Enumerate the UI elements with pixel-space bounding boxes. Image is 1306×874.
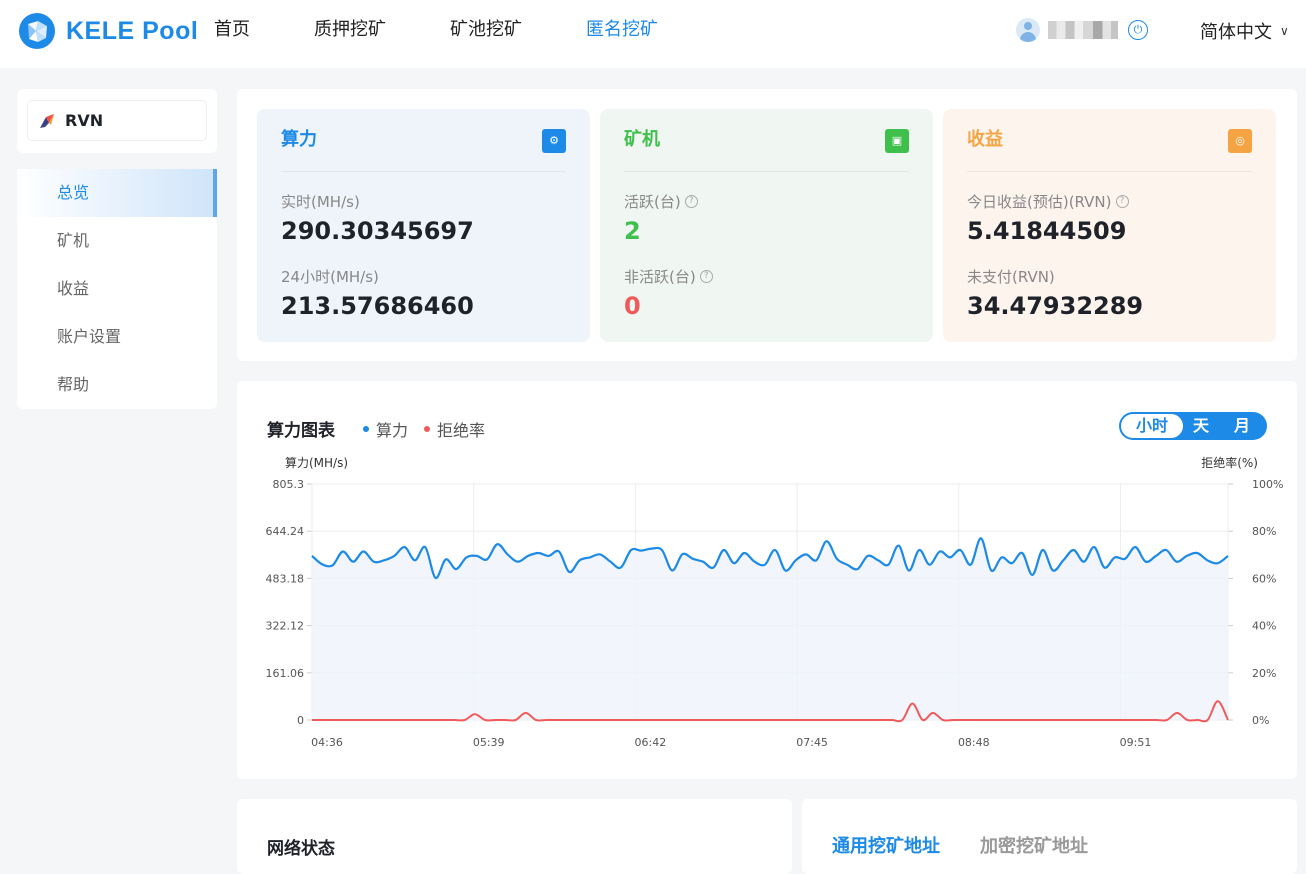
language-selector[interactable]: 简体中文 ∨ — [1200, 18, 1289, 44]
coin-label: RVN — [65, 111, 104, 130]
legend-hashrate[interactable]: 算力 — [363, 417, 408, 441]
legend-reject-rate[interactable]: 拒绝率 — [424, 417, 485, 441]
tab-general-address[interactable]: 通用挖矿地址 — [832, 832, 940, 858]
stats-panel: 算力 ⚙ 实时(MH/s) 290.30345697 24小时(MH/s) 21… — [237, 89, 1297, 361]
x-tick-label: 04:36 — [311, 736, 343, 749]
mining-address-panel: 通用挖矿地址 加密挖矿地址 — [802, 799, 1297, 874]
chart-legend: 算力 拒绝率 — [363, 417, 501, 441]
divider — [967, 171, 1252, 172]
help-icon[interactable]: ? — [684, 195, 698, 208]
hashrate-title: 算力 — [281, 129, 317, 150]
today-earnings-label: 今日收益(预估)(RVN)? — [967, 191, 1129, 212]
divider — [281, 171, 566, 172]
y2-tick-label: 40% — [1252, 620, 1276, 633]
main-nav: 首页 质押挖矿 矿池挖矿 匿名挖矿 — [214, 18, 722, 42]
logo-mark-icon — [19, 13, 55, 49]
y2-tick-label: 0% — [1252, 714, 1269, 727]
y-tick-label: 161.06 — [266, 667, 305, 680]
divider — [624, 171, 909, 172]
chevron-down-icon: ∨ — [1280, 24, 1289, 38]
sidebar-item-help[interactable]: 帮助 — [17, 361, 217, 409]
x-tick-label: 06:42 — [635, 736, 667, 749]
y-tick-label: 805.3 — [273, 478, 305, 491]
y-axis-title: 算力(MH/s) — [285, 455, 348, 470]
sidebar-item-earnings[interactable]: 收益 — [17, 265, 217, 313]
chip-icon: ⚙ — [542, 129, 566, 153]
help-icon[interactable]: ? — [1115, 195, 1129, 208]
x-tick-label: 08:48 — [958, 736, 990, 749]
coin-icon: ◎ — [1228, 129, 1252, 153]
nav-home[interactable]: 首页 — [214, 18, 250, 42]
y2-tick-label: 100% — [1252, 478, 1283, 491]
logo[interactable]: KELE Pool — [18, 12, 198, 50]
hashrate-chart-panel: 算力图表 算力 拒绝率 小时 天 月 算力(MH/s) 拒绝率(%) 0 0% 161.… — [237, 381, 1297, 779]
y-tick-label: 644.24 — [266, 525, 305, 538]
hashrate-24h-label: 24小时(MH/s) — [281, 268, 379, 286]
realtime-hashrate-label: 实时(MH/s) — [281, 193, 360, 211]
miners-title: 矿机 — [624, 129, 660, 150]
avatar[interactable] — [1016, 18, 1040, 42]
user-info: ⏻ — [1016, 18, 1148, 42]
nav-pool-mining[interactable]: 矿池挖矿 — [450, 18, 522, 42]
miners-card: 矿机 ▣ 活跃(台)? 2 非活跃(台)? 0 — [600, 109, 933, 342]
toggle-day[interactable]: 天 — [1183, 414, 1219, 438]
earnings-title: 收益 — [967, 129, 1003, 150]
network-status-title: 网络状态 — [267, 839, 335, 859]
legend-reject-label: 拒绝率 — [437, 421, 486, 440]
toggle-month[interactable]: 月 — [1219, 414, 1265, 438]
coin-selector[interactable]: RVN — [27, 100, 207, 141]
language-label: 简体中文 — [1200, 22, 1272, 43]
top-header: KELE Pool 首页 质押挖矿 矿池挖矿 匿名挖矿 ⏻ 简体中文 ∨ — [0, 0, 1306, 68]
x-tick-label: 09:51 — [1120, 736, 1152, 749]
miner-icon: ▣ — [885, 129, 909, 153]
hashrate-card: 算力 ⚙ 实时(MH/s) 290.30345697 24小时(MH/s) 21… — [257, 109, 590, 342]
legend-dot-icon — [363, 426, 369, 432]
y2-axis-title: 拒绝率(%) — [1201, 455, 1258, 470]
x-tick-label: 07:45 — [796, 736, 828, 749]
chart-title: 算力图表 — [267, 421, 335, 441]
sidebar-menu: 总览 矿机 收益 账户设置 帮助 — [17, 169, 217, 409]
hashrate-chart: 算力(MH/s) 拒绝率(%) 0 0% 161.06 20% 322.12 40% 483.1… — [266, 455, 1284, 749]
ravencoin-icon — [40, 113, 54, 128]
today-earnings-value: 5.41844509 — [967, 217, 1127, 245]
legend-hashrate-label: 算力 — [376, 421, 409, 440]
y-tick-label: 0 — [297, 714, 304, 727]
nav-anonymous-mining[interactable]: 匿名挖矿 — [586, 18, 658, 42]
nav-staking[interactable]: 质押挖矿 — [314, 18, 386, 42]
earnings-card: 收益 ◎ 今日收益(预估)(RVN)? 5.41844509 未支付(RVN) … — [943, 109, 1276, 342]
unpaid-value: 34.47932289 — [967, 292, 1144, 320]
y2-tick-label: 60% — [1252, 572, 1276, 585]
y2-tick-label: 80% — [1252, 525, 1276, 538]
inactive-miners-value: 0 — [624, 292, 641, 320]
y2-tick-label: 20% — [1252, 667, 1276, 680]
time-range-toggle: 小时 天 月 — [1119, 412, 1267, 440]
logout-icon[interactable]: ⏻ — [1128, 20, 1148, 40]
sidebar-item-overview[interactable]: 总览 — [17, 169, 217, 217]
toggle-hour[interactable]: 小时 — [1121, 414, 1183, 438]
active-miners-label: 活跃(台)? — [624, 191, 698, 212]
user-name-blurred — [1048, 21, 1118, 39]
legend-dot-icon — [424, 426, 431, 432]
tab-encrypted-address[interactable]: 加密挖矿地址 — [980, 832, 1088, 858]
inactive-miners-label: 非活跃(台)? — [624, 266, 713, 287]
y-tick-label: 483.18 — [266, 572, 305, 585]
network-status-panel: 网络状态 — [237, 799, 792, 874]
x-tick-label: 05:39 — [473, 736, 505, 749]
coin-card: RVN — [17, 89, 217, 153]
help-icon[interactable]: ? — [699, 270, 713, 283]
realtime-hashrate-value: 290.30345697 — [281, 217, 474, 245]
sidebar-item-miners[interactable]: 矿机 — [17, 217, 217, 265]
sidebar-item-account-settings[interactable]: 账户设置 — [17, 313, 217, 361]
active-miners-value: 2 — [624, 217, 641, 245]
hashrate-area — [312, 538, 1228, 720]
y-tick-label: 322.12 — [266, 620, 305, 633]
logo-text: KELE Pool — [66, 16, 199, 45]
unpaid-label: 未支付(RVN) — [967, 268, 1055, 286]
hashrate-24h-value: 213.57686460 — [281, 292, 474, 320]
